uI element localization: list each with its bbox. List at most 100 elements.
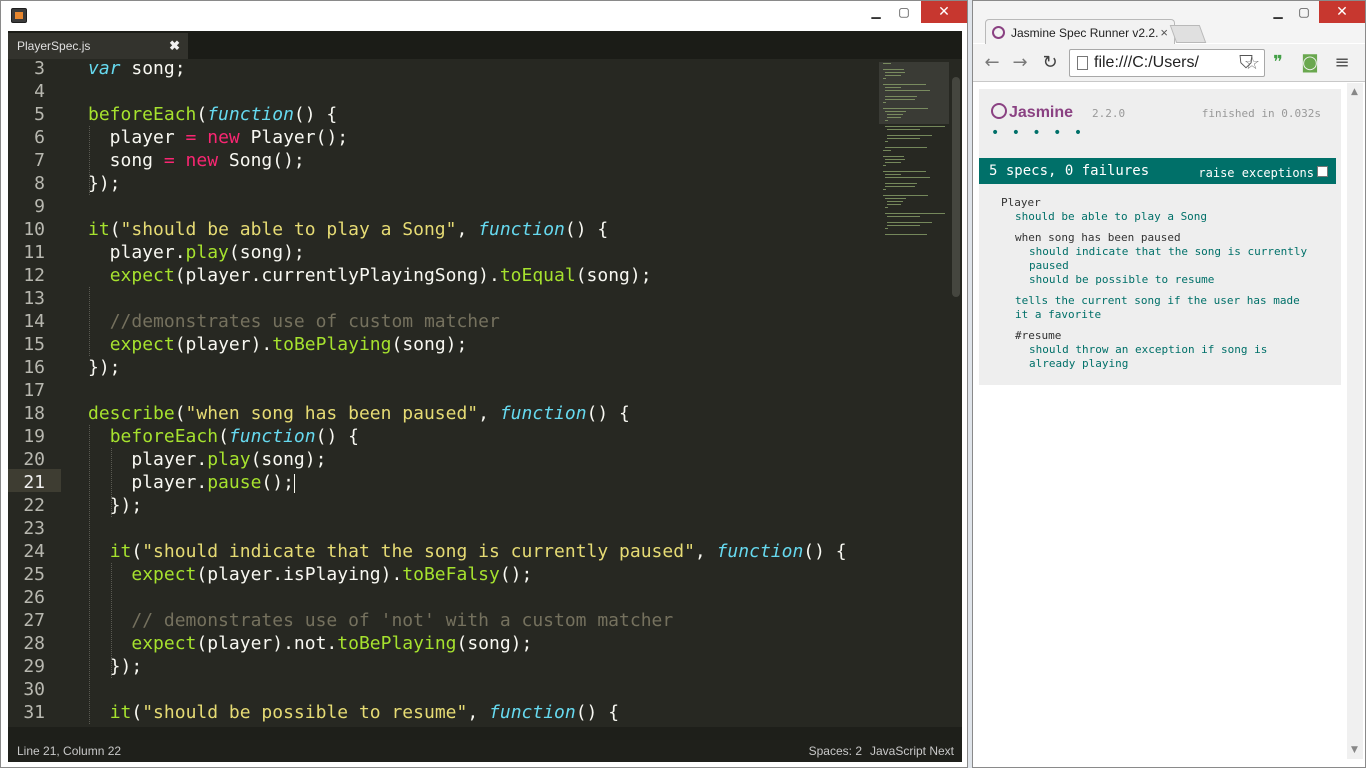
code-line[interactable]: describe("when song has been paused", fu…	[88, 402, 630, 425]
minimap-line	[885, 111, 906, 112]
code-line[interactable]: expect(player.currentlyPlayingSong).toEq…	[88, 264, 652, 287]
code-line[interactable]: });	[88, 655, 143, 678]
minimap-line	[885, 141, 888, 142]
scroll-down-icon[interactable]: ▼	[1351, 745, 1358, 755]
code-line[interactable]: expect(player.isPlaying).toBeFalsy();	[88, 563, 532, 586]
tab-close-icon[interactable]: ✖	[169, 33, 180, 59]
line-number: 28	[23, 633, 45, 654]
code-line[interactable]: player.play(song);	[88, 241, 305, 264]
spec-description[interactable]: already playing	[1029, 357, 1128, 371]
code-line[interactable]: });	[88, 356, 121, 379]
line-number: 3	[34, 59, 45, 79]
scroll-up-icon[interactable]: ▲	[1351, 87, 1358, 97]
reload-icon[interactable]: ↻	[1039, 52, 1061, 74]
back-arrow-icon[interactable]: ←	[981, 52, 1003, 74]
code-line[interactable]: // demonstrates use of 'not' with a cust…	[88, 609, 673, 632]
minimap-line	[885, 213, 945, 214]
maximize-icon[interactable]: ▢	[891, 1, 917, 23]
minimap-line	[885, 72, 905, 73]
line-number: 24	[23, 541, 45, 562]
line-number: 17	[23, 380, 45, 401]
code-line[interactable]: expect(player).not.toBePlaying(song);	[88, 632, 532, 655]
code-line[interactable]: player.pause();	[88, 471, 295, 494]
minimap-line	[885, 183, 918, 184]
spec-description[interactable]: it a favorite	[1015, 308, 1101, 322]
code-area[interactable]: var song; beforeEach(function() { player …	[88, 59, 878, 727]
line-number: 31	[23, 702, 45, 723]
vertical-scrollbar[interactable]	[950, 59, 962, 727]
minimap[interactable]	[879, 59, 949, 727]
code-line[interactable]: it("should be possible to resume", funct…	[88, 701, 619, 724]
chrome-titlebar: Jasmine Spec Runner v2.2. × ▁ ▢ ✕	[973, 1, 1365, 45]
spec-description[interactable]: should throw an exception if song is	[1029, 343, 1267, 357]
code-line[interactable]: //demonstrates use of custom matcher	[88, 310, 500, 333]
forward-arrow-icon[interactable]: →	[1009, 52, 1031, 74]
new-tab-button[interactable]	[1169, 25, 1207, 43]
line-number: 18	[23, 403, 45, 424]
minimap-line	[887, 138, 921, 139]
minimap-line	[883, 108, 928, 109]
menu-icon[interactable]: ≡	[1331, 52, 1353, 74]
line-number: 27	[23, 610, 45, 631]
minimap-line	[887, 129, 921, 130]
code-line[interactable]: it("should be able to play a Song", func…	[88, 218, 608, 241]
code-editor[interactable]: 3 4 5 6 7 8 9 10 11 12 13 14 15 16 17 18 19 20 21 22 23 24 25 2…	[8, 59, 962, 727]
close-icon[interactable]: ✕	[921, 1, 967, 23]
minimize-icon[interactable]: ▁	[863, 1, 889, 23]
minimap-line	[885, 177, 930, 178]
code-line[interactable]: beforeEach(function() {	[88, 425, 359, 448]
code-line[interactable]: expect(player).toBePlaying(song);	[88, 333, 468, 356]
line-number: 21	[23, 472, 45, 493]
line-number: 20	[23, 449, 45, 470]
line-number: 23	[23, 518, 45, 539]
raise-exceptions-checkbox[interactable]	[1317, 166, 1328, 177]
page-scrollbar[interactable]: ▲ ▼	[1347, 83, 1363, 759]
minimap-line	[883, 102, 886, 103]
scrollbar-thumb[interactable]	[952, 77, 960, 297]
code-line[interactable]: player = new Player();	[88, 126, 348, 149]
indent-guide	[89, 287, 90, 356]
minimap-line	[885, 159, 905, 160]
code-line[interactable]: });	[88, 172, 121, 195]
line-number: 29	[23, 656, 45, 677]
android-icon[interactable]: ◙	[1299, 52, 1321, 74]
line-number: 4	[34, 81, 45, 102]
chrome-maximize-icon[interactable]: ▢	[1291, 1, 1317, 23]
code-line[interactable]: it("should indicate that the song is cur…	[88, 540, 847, 563]
horizontal-scrollbar[interactable]	[8, 727, 962, 740]
minimap-line	[887, 216, 921, 217]
sublime-titlebar: ▁ ▢ ✕	[1, 1, 967, 30]
spec-description[interactable]: tells the current song if the user has m…	[1015, 294, 1300, 308]
sublime-window: ▁ ▢ ✕ PlayerSpec.js ✖ 3 4 5 6 7 8 9 10 11 12 13 14 1…	[0, 0, 968, 768]
line-number: 6	[34, 127, 45, 148]
chrome-minimize-icon[interactable]: ▁	[1265, 1, 1291, 23]
minimap-line	[885, 75, 902, 76]
status-indentation[interactable]: Spaces: 2	[809, 740, 862, 762]
spec-description[interactable]: should be able to play a Song	[1015, 210, 1207, 224]
tab-playerspec[interactable]: PlayerSpec.js ✖	[8, 33, 188, 59]
minimap-line	[883, 84, 927, 85]
chrome-tab-jasmine[interactable]: Jasmine Spec Runner v2.2. ×	[985, 19, 1175, 45]
spec-description[interactable]: should be possible to resume	[1029, 273, 1214, 287]
chrome-tab-close-icon[interactable]: ×	[1160, 20, 1168, 46]
pocket-icon[interactable]: ⛉	[1235, 52, 1257, 74]
summary-text: 5 specs, 0 failures	[989, 163, 1150, 179]
minimap-line	[885, 120, 888, 121]
code-line[interactable]: song = new Song();	[88, 149, 305, 172]
minimap-line	[883, 69, 904, 70]
code-line[interactable]: beforeEach(function() {	[88, 103, 337, 126]
code-line[interactable]: player.play(song);	[88, 448, 326, 471]
minimap-line	[883, 78, 886, 79]
evernote-icon[interactable]: ❞	[1267, 52, 1289, 74]
status-syntax[interactable]: JavaScript Next	[870, 740, 954, 762]
code-line[interactable]: });	[88, 494, 143, 517]
minimap-line	[885, 207, 888, 208]
spec-description[interactable]: should indicate that the song is current…	[1029, 245, 1307, 259]
spec-description[interactable]: paused	[1029, 259, 1069, 273]
status-bar: Line 21, Column 22 Spaces: 2 JavaScript …	[8, 740, 962, 762]
line-number: 10	[23, 219, 45, 240]
minimap-line	[883, 165, 886, 166]
chrome-close-icon[interactable]: ✕	[1319, 1, 1365, 23]
code-line[interactable]: var song;	[88, 59, 186, 80]
suite-description: #resume	[1015, 329, 1062, 342]
